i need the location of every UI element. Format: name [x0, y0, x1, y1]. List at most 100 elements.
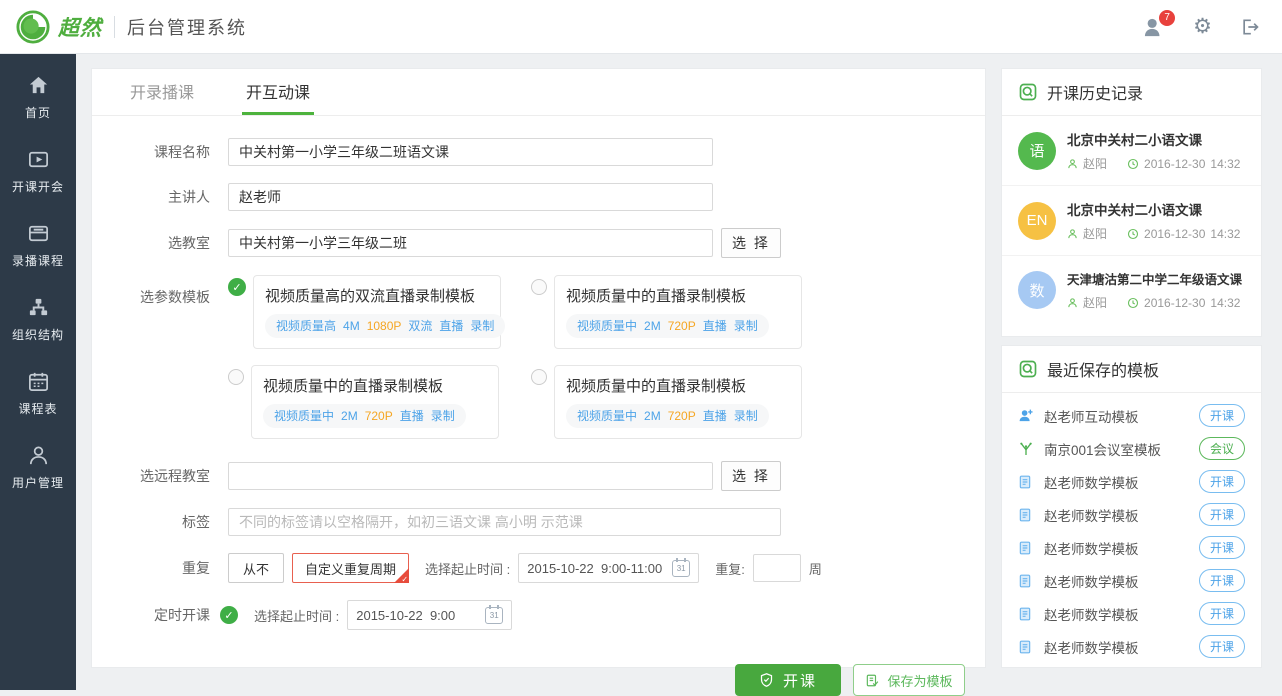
clock-icon — [1127, 297, 1139, 309]
calendar-icon — [27, 370, 50, 393]
shield-check-icon — [759, 672, 774, 688]
sidebar-item-user-management[interactable]: 用户管理 — [0, 444, 76, 491]
save-as-template-button[interactable]: 保存为模板 — [853, 664, 965, 696]
tab-bar: 开录播课 开互动课 — [92, 69, 985, 116]
saved-template-row: 赵老师数学模板 开课 — [1018, 465, 1245, 498]
templates-panel-title: 最近保存的模板 — [1047, 357, 1159, 381]
save-template-icon — [865, 673, 879, 688]
radio-selected-icon[interactable] — [228, 278, 246, 296]
logo-icon — [16, 10, 50, 44]
open-class-pill-button[interactable]: 开课 — [1199, 503, 1245, 526]
clock-icon — [1127, 158, 1139, 170]
radio-unselected-icon[interactable] — [531, 279, 547, 295]
notification-badge: 7 — [1159, 10, 1175, 26]
tags-label: 标签 — [114, 512, 210, 532]
document-icon — [1018, 639, 1032, 655]
saved-templates-panel: 最近保存的模板 赵老师互动模板 开课 南京001会议室模板 会议 赵老师数学模板… — [1001, 345, 1262, 668]
remote-classroom-row: 选远程教室 选 择 — [114, 461, 985, 491]
param-template-label: 选参数模板 — [114, 287, 210, 307]
template-option-2: 视频质量中的直播录制模板 视频质量中2M720P直播录制 — [531, 275, 802, 349]
repeat-count-input[interactable] — [753, 554, 801, 582]
sidebar-item-start-class[interactable]: 开课开会 — [0, 148, 76, 195]
scheduled-row: 定时开课 选择起止时间 : 2015-10-22 9:00 31 — [114, 600, 985, 630]
corner-check-icon — [401, 575, 408, 584]
template-card[interactable]: 视频质量高的双流直播录制模板 视频质量高4M1080P双流直播录制 — [253, 275, 501, 349]
tags-row: 标签 — [114, 508, 985, 536]
lecturer-row: 主讲人 — [114, 183, 985, 211]
brand-logo: 超然 后台管理系统 — [16, 10, 247, 44]
start-class-button[interactable]: 开课 — [735, 664, 841, 696]
person-icon — [1067, 297, 1078, 309]
sidebar-nav: 首页 开课开会 录播课程 组织结构 课程表 用户管理 — [0, 54, 76, 690]
repeat-date-picker[interactable]: 2015-10-22 9:00-11:00 31 — [518, 553, 699, 583]
template-card[interactable]: 视频质量中的直播录制模板 视频质量中2M720P直播录制 — [554, 275, 802, 349]
course-name-row: 课程名称 — [114, 138, 985, 166]
classroom-input[interactable] — [228, 229, 713, 257]
brand-name: 超然 — [58, 12, 102, 42]
history-item[interactable]: 数 天津塘沽第二中学二年级语文课 赵阳 2016-12-30 14:32 — [1002, 256, 1261, 324]
history-item[interactable]: 语 北京中关村二小语文课 赵阳 2016-12-30 14:32 — [1002, 116, 1261, 186]
subject-avatar: 语 — [1018, 132, 1056, 170]
settings-gear-icon[interactable]: ⚙ — [1193, 16, 1212, 37]
tab-recorded-class[interactable]: 开录播课 — [130, 79, 194, 115]
repeat-label: 重复 — [114, 558, 210, 578]
sidebar-item-recorded-courses[interactable]: 录播课程 — [0, 222, 76, 269]
template-card[interactable]: 视频质量中的直播录制模板 视频质量中2M720P直播录制 — [554, 365, 802, 439]
course-name-label: 课程名称 — [114, 142, 210, 162]
open-class-pill-button[interactable]: 开课 — [1199, 569, 1245, 592]
classroom-choose-button[interactable]: 选 择 — [721, 228, 781, 258]
repeat-custom-button[interactable]: 自定义重复周期 — [292, 553, 409, 583]
open-class-pill-button[interactable]: 开课 — [1199, 404, 1245, 427]
scheduled-label: 定时开课 — [114, 605, 210, 625]
open-class-pill-button[interactable]: 开课 — [1199, 536, 1245, 559]
radio-unselected-icon[interactable] — [228, 369, 244, 385]
repeat-never-button[interactable]: 从不 — [228, 553, 284, 583]
meeting-pill-button[interactable]: 会议 — [1199, 437, 1245, 460]
class-history-panel: 开课历史记录 语 北京中关村二小语文课 赵阳 2016-12-30 14:32 … — [1001, 68, 1262, 337]
repeat-unit-label: 周 — [809, 559, 822, 578]
sidebar-item-timetable[interactable]: 课程表 — [0, 370, 76, 417]
user-notification-icon[interactable]: 7 — [1143, 17, 1165, 37]
template-option-1: 视频质量高的双流直播录制模板 视频质量高4M1080P双流直播录制 — [228, 275, 501, 349]
meeting-icon — [1018, 441, 1034, 457]
course-name-input[interactable] — [228, 138, 713, 166]
history-item[interactable]: EN 北京中关村二小语文课 赵阳 2016-12-30 14:32 — [1002, 186, 1261, 256]
open-class-pill-button[interactable]: 开课 — [1199, 602, 1245, 625]
classroom-row: 选教室 选 择 — [114, 228, 985, 258]
saved-template-row: 赵老师数学模板 开课 — [1018, 498, 1245, 531]
tab-interactive-class[interactable]: 开互动课 — [246, 79, 310, 115]
open-class-pill-button[interactable]: 开课 — [1199, 470, 1245, 493]
home-icon — [27, 74, 50, 97]
repeat-row: 重复 从不 自定义重复周期 选择起止时间 : 2015-10-22 9:00-1… — [114, 553, 985, 583]
template-card[interactable]: 视频质量中的直播录制模板 视频质量中2M720P直播录制 — [251, 365, 499, 439]
template-tags: 视频质量中2M720P直播录制 — [566, 314, 769, 338]
saved-template-row: 赵老师数学模板 开课 — [1018, 630, 1245, 663]
document-icon — [1018, 606, 1032, 622]
document-icon — [1018, 474, 1032, 490]
user-icon — [27, 444, 50, 467]
tags-input[interactable] — [228, 508, 781, 536]
sidebar-item-home[interactable]: 首页 — [0, 74, 76, 121]
remote-classroom-choose-button[interactable]: 选 择 — [721, 461, 781, 491]
history-panel-title: 开课历史记录 — [1047, 80, 1143, 104]
radio-unselected-icon[interactable] — [531, 369, 547, 385]
history-panel-icon — [1018, 82, 1038, 102]
form-actions: 开课 保存为模板 — [92, 664, 965, 696]
open-class-pill-button[interactable]: 开课 — [1199, 635, 1245, 658]
person-plus-icon — [1018, 408, 1035, 423]
person-icon — [1067, 228, 1078, 240]
subject-avatar: 数 — [1018, 271, 1056, 309]
param-template-row: 选参数模板 视频质量高的双流直播录制模板 视频质量高4M1080P双流直播录制 … — [114, 275, 985, 439]
sidebar-item-organization[interactable]: 组织结构 — [0, 296, 76, 343]
subject-avatar: EN — [1018, 202, 1056, 240]
lecturer-input[interactable] — [228, 183, 713, 211]
person-icon — [1067, 158, 1078, 170]
scheduled-date-picker[interactable]: 2015-10-22 9:00 31 — [347, 600, 512, 630]
document-icon — [1018, 507, 1032, 523]
remote-classroom-input[interactable] — [228, 462, 713, 490]
scheduled-check-icon[interactable] — [220, 606, 238, 624]
saved-template-row: 赵老师数学模板 开课 — [1018, 531, 1245, 564]
classroom-label: 选教室 — [114, 233, 210, 253]
calendar-icon: 31 — [672, 560, 690, 577]
logout-icon[interactable] — [1240, 17, 1260, 37]
